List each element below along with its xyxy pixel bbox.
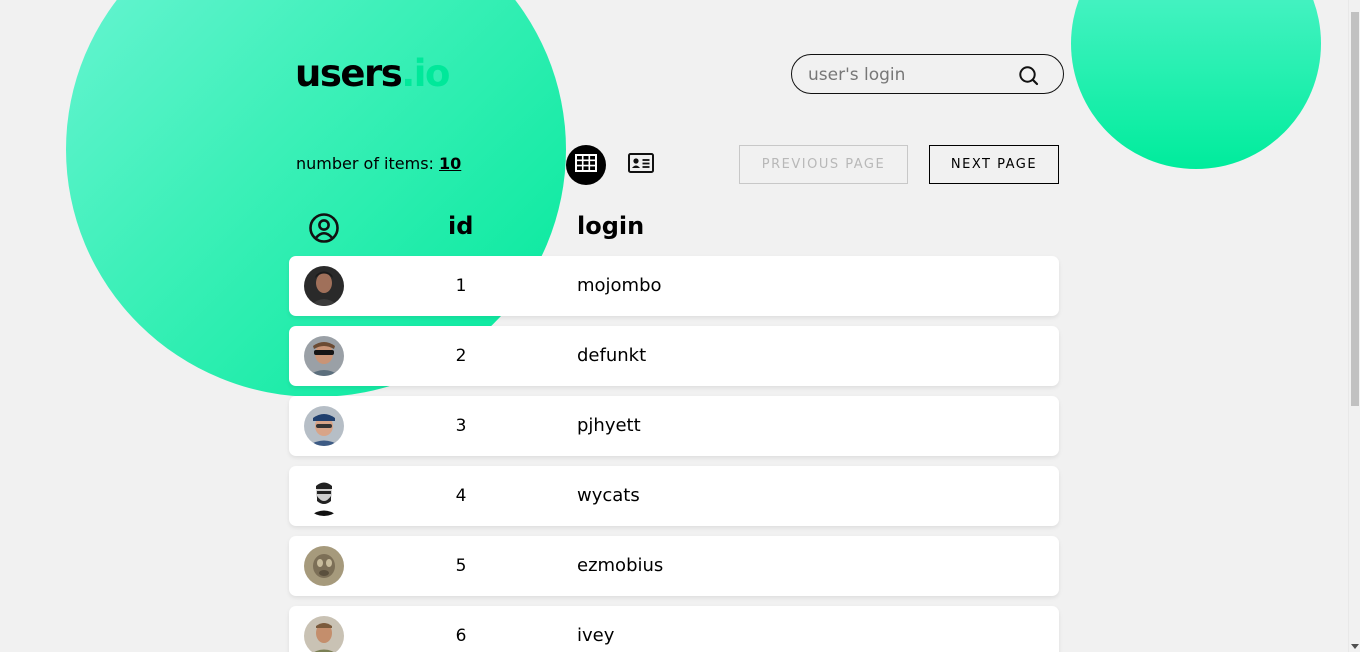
user-circle-icon (308, 212, 340, 244)
id-card-icon (628, 153, 654, 177)
scrollbar-thumb[interactable] (1351, 12, 1359, 406)
row-login[interactable]: pjhyett (577, 415, 641, 436)
row-login[interactable]: wycats (577, 485, 640, 506)
avatar (304, 546, 344, 586)
previous-page-button[interactable]: PREVIOUS PAGE (739, 145, 908, 184)
table-view-button[interactable] (566, 145, 606, 185)
column-header-login[interactable]: login (577, 212, 644, 240)
row-id: 1 (455, 276, 467, 296)
page-scrollbar[interactable] (1348, 0, 1360, 652)
search-icon[interactable] (1018, 65, 1040, 87)
row-id: 6 (455, 626, 467, 646)
row-id: 5 (455, 556, 467, 576)
card-view-button[interactable] (621, 145, 661, 185)
table-row[interactable]: 3 pjhyett (289, 396, 1059, 456)
logo-main: users (295, 52, 403, 95)
table-row[interactable]: 4 wycats (289, 466, 1059, 526)
avatar (304, 336, 344, 376)
items-count-value[interactable]: 10 (439, 154, 461, 173)
items-count: number of items: 10 (296, 154, 461, 173)
row-id: 2 (455, 346, 467, 366)
table-row[interactable]: 1 mojombo (289, 256, 1059, 316)
table-grid-icon (575, 154, 597, 176)
app-logo: users.io (295, 52, 450, 95)
table-row[interactable]: 5 ezmobius (289, 536, 1059, 596)
row-login[interactable]: mojombo (577, 275, 662, 296)
table-row[interactable]: 2 defunkt (289, 326, 1059, 386)
avatar (304, 266, 344, 306)
avatar (304, 476, 344, 516)
row-login[interactable]: defunkt (577, 345, 646, 366)
search-box (791, 54, 1064, 94)
row-login[interactable]: ezmobius (577, 555, 663, 576)
table-row[interactable]: 6 ivey (289, 606, 1059, 652)
row-login[interactable]: ivey (577, 625, 614, 646)
decorative-circle-right (1071, 0, 1321, 169)
avatar (304, 406, 344, 446)
items-count-label: number of items: (296, 154, 434, 173)
row-id: 4 (455, 486, 467, 506)
search-input[interactable] (808, 62, 1018, 88)
scroll-down-arrow-icon[interactable] (1351, 644, 1359, 649)
next-page-button[interactable]: NEXT PAGE (929, 145, 1059, 184)
row-id: 3 (455, 416, 467, 436)
avatar (304, 616, 344, 652)
logo-accent: .io (401, 52, 450, 95)
column-header-id[interactable]: id (448, 212, 473, 240)
